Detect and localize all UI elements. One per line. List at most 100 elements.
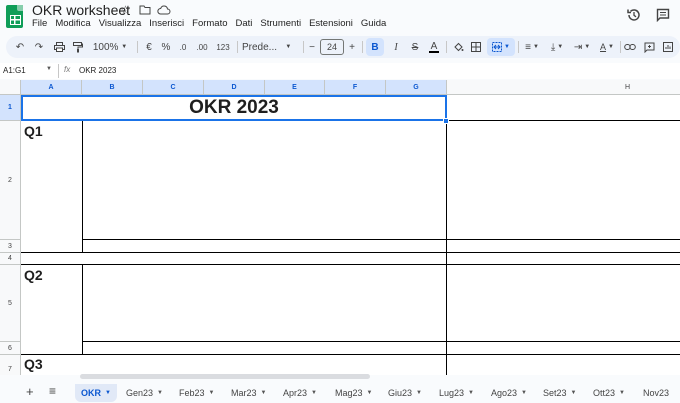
select-all-corner[interactable] xyxy=(0,80,21,95)
menu-estensioni[interactable]: Estensioni xyxy=(309,18,357,29)
sheet-tab-okr[interactable]: OKR ▼ xyxy=(75,384,117,402)
font-family-select[interactable]: Prede... ▼ xyxy=(242,36,298,58)
row-header-4[interactable]: 4 xyxy=(0,253,21,265)
sheet-tab-nov23[interactable]: Nov23 xyxy=(637,384,675,402)
paint-format-icon[interactable] xyxy=(70,36,86,58)
undo-icon[interactable]: ↶ xyxy=(12,36,28,58)
decrease-decimals-button[interactable]: .0 xyxy=(176,36,190,58)
chevron-down-icon[interactable]: ▼ xyxy=(521,390,527,396)
document-title[interactable]: OKR worksheet xyxy=(32,2,130,18)
sheet-tab-set23[interactable]: Set23 ▼ xyxy=(537,384,582,402)
merge-cells-button[interactable]: ▼ xyxy=(487,38,515,56)
decrease-font-size-button[interactable]: − xyxy=(306,36,318,58)
quarter-label-q1[interactable]: Q1 xyxy=(24,123,43,139)
row-header-5[interactable]: 5 xyxy=(0,265,21,342)
column-header-a[interactable]: A xyxy=(21,80,82,95)
star-icon[interactable]: ☆ xyxy=(120,3,131,17)
vertical-align-icon[interactable]: ⤓ ▼ xyxy=(546,36,568,58)
sheet-tab-feb23[interactable]: Feb23 ▼ xyxy=(173,384,220,402)
row-header-1[interactable]: 1 xyxy=(0,95,21,121)
title-bar: OKR worksheet ☆ File Modifica Visualizza… xyxy=(0,0,680,32)
insert-comment-icon[interactable] xyxy=(641,36,657,58)
menu-file[interactable]: File xyxy=(32,18,51,29)
chevron-down-icon[interactable]: ▼ xyxy=(468,390,474,396)
percent-format-button[interactable]: % xyxy=(159,36,173,58)
row-header-3[interactable]: 3 xyxy=(0,240,21,253)
menu-modifica[interactable]: Modifica xyxy=(55,18,94,29)
sheet-tab-label: Ago23 xyxy=(491,388,518,398)
name-box[interactable]: A1:G1 xyxy=(3,66,26,75)
redo-icon[interactable]: ↷ xyxy=(31,36,47,58)
name-box-dropdown-icon[interactable]: ▼ xyxy=(46,66,52,72)
sheet-tab-gen23[interactable]: Gen23 ▼ xyxy=(120,384,169,402)
cloud-status-icon[interactable] xyxy=(157,4,171,18)
bold-button[interactable]: B xyxy=(366,38,384,56)
sheet-tab-lug23[interactable]: Lug23 ▼ xyxy=(433,384,480,402)
insert-chart-icon[interactable] xyxy=(660,36,676,58)
italic-button[interactable]: I xyxy=(388,36,404,58)
sheet-tab-giu23[interactable]: Giu23 ▼ xyxy=(382,384,428,402)
text-color-label: A xyxy=(430,40,438,52)
spreadsheet-grid[interactable]: A B C D E F G H 1 2 3 4 5 6 7 OKR 2023 Q… xyxy=(0,80,680,375)
quarter-label-q2[interactable]: Q2 xyxy=(24,267,43,283)
menu-inserisci[interactable]: Inserisci xyxy=(149,18,188,29)
add-sheet-button[interactable]: + xyxy=(26,384,34,399)
column-header-b[interactable]: B xyxy=(82,80,143,95)
strikethrough-button[interactable]: S xyxy=(407,36,423,58)
number-format-button[interactable]: 123 xyxy=(214,36,232,58)
chevron-down-icon[interactable]: ▼ xyxy=(157,390,163,396)
horizontal-align-icon[interactable]: ≡ ▼ xyxy=(521,36,543,58)
sheet-tab-label: Lug23 xyxy=(439,388,465,398)
chevron-down-icon[interactable]: ▼ xyxy=(416,390,422,396)
quarter-label-q3[interactable]: Q3 xyxy=(24,356,43,372)
menu-guida[interactable]: Guida xyxy=(361,18,390,29)
column-header-e[interactable]: E xyxy=(265,80,325,95)
font-size-input[interactable]: 24 xyxy=(320,39,344,55)
sheets-logo-icon[interactable] xyxy=(6,5,23,28)
chevron-down-icon[interactable]: ▼ xyxy=(311,390,317,396)
chevron-down-icon[interactable]: ▼ xyxy=(105,390,111,396)
chevron-down-icon[interactable]: ▼ xyxy=(619,390,625,396)
row-header-6[interactable]: 6 xyxy=(0,342,21,355)
column-header-h[interactable]: H xyxy=(447,80,680,95)
chevron-down-icon[interactable]: ▼ xyxy=(209,390,215,396)
column-header-f[interactable]: F xyxy=(325,80,386,95)
menu-formato[interactable]: Formato xyxy=(192,18,231,29)
text-rotation-icon[interactable]: A ▼ xyxy=(596,36,618,58)
menu-visualizza[interactable]: Visualizza xyxy=(99,18,146,29)
row-header-2[interactable]: 2 xyxy=(0,121,21,240)
print-icon[interactable] xyxy=(51,36,67,58)
menu-strumenti[interactable]: Strumenti xyxy=(260,18,305,29)
insert-link-icon[interactable] xyxy=(622,36,638,58)
sheet-tab-ott23[interactable]: Ott23 ▼ xyxy=(587,384,631,402)
text-wrapping-icon[interactable]: ⇥ ▼ xyxy=(571,36,593,58)
sheet-tab-ago23[interactable]: Ago23 ▼ xyxy=(485,384,533,402)
all-sheets-button[interactable]: ≡ xyxy=(49,384,56,398)
fill-color-icon[interactable] xyxy=(450,36,466,58)
chevron-down-icon[interactable]: ▼ xyxy=(367,390,373,396)
version-history-icon[interactable] xyxy=(626,7,642,23)
chevron-down-icon[interactable]: ▼ xyxy=(571,390,577,396)
sheet-tab-mar23[interactable]: Mar23 ▼ xyxy=(225,384,272,402)
formula-input[interactable]: OKR 2023 xyxy=(79,66,116,75)
chevron-down-icon: ▼ xyxy=(504,44,510,50)
horizontal-scrollbar[interactable] xyxy=(80,374,370,379)
sheet-tab-apr23[interactable]: Apr23 ▼ xyxy=(277,384,323,402)
column-header-c[interactable]: C xyxy=(143,80,204,95)
column-header-g[interactable]: G xyxy=(386,80,447,95)
borders-icon[interactable] xyxy=(468,36,484,58)
merge-cells-icon xyxy=(492,42,503,52)
sheet-tab-mag23[interactable]: Mag23 ▼ xyxy=(329,384,378,402)
currency-format-button[interactable]: € xyxy=(142,36,156,58)
text-color-button[interactable]: A xyxy=(426,36,442,58)
row-header-7[interactable]: 7 xyxy=(0,355,21,375)
fill-handle[interactable] xyxy=(443,118,449,124)
increase-decimals-button[interactable]: .00 xyxy=(194,36,210,58)
zoom-select[interactable]: 100% ▼ xyxy=(90,36,130,58)
increase-font-size-button[interactable]: + xyxy=(346,36,358,58)
menu-dati[interactable]: Dati xyxy=(236,18,257,29)
move-folder-icon[interactable] xyxy=(139,4,151,18)
comments-icon[interactable] xyxy=(656,8,670,23)
column-header-d[interactable]: D xyxy=(204,80,265,95)
chevron-down-icon[interactable]: ▼ xyxy=(261,390,267,396)
